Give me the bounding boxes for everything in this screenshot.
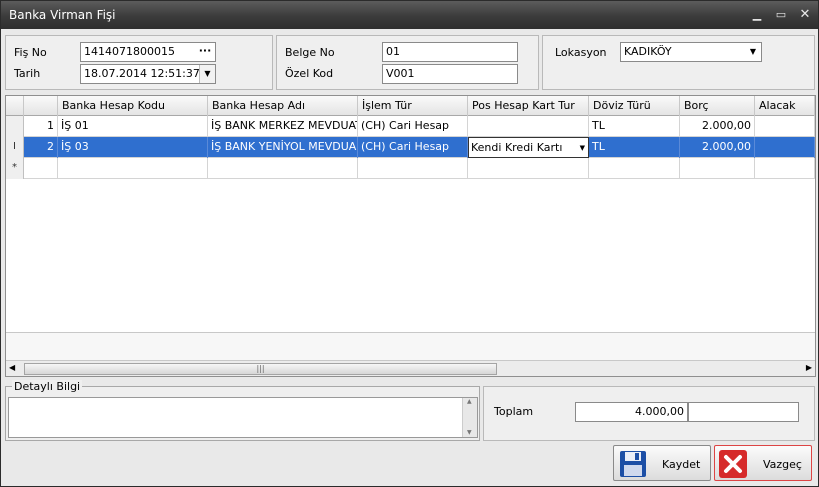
cell-ad[interactable]: İŞ BANK YENİYOL MEVDUA...	[208, 137, 358, 158]
row-number: 1	[24, 116, 58, 137]
cell-empty[interactable]	[208, 158, 358, 179]
cell-empty[interactable]	[680, 158, 755, 179]
table-row[interactable]: 1 İŞ 01 İŞ BANK MERKEZ MEVDUAT... (CH) C…	[6, 116, 815, 137]
cell-pos[interactable]	[468, 116, 589, 137]
cell-islem[interactable]: (CH) Cari Hesap	[358, 137, 468, 158]
cell-doviz[interactable]: TL	[589, 137, 680, 158]
chevron-down-icon[interactable]: ▼	[199, 65, 215, 83]
column-header[interactable]: Banka Hesap Kodu	[58, 96, 208, 116]
scroll-right-icon[interactable]: ▶	[806, 363, 812, 372]
cell-empty[interactable]	[468, 158, 589, 179]
cell-kod[interactable]: İŞ 01	[58, 116, 208, 137]
total-borc: 4.000,00	[575, 402, 688, 422]
save-label: Kaydet	[662, 458, 701, 471]
column-header[interactable]: İşlem Tür	[358, 96, 468, 116]
ellipsis-icon[interactable]: ···	[197, 43, 213, 61]
total-label: Toplam	[494, 405, 534, 418]
lokasyon-value: KADIKÖY	[624, 45, 672, 58]
new-row[interactable]: *	[6, 158, 815, 179]
cell-ad[interactable]: İŞ BANK MERKEZ MEVDUAT...	[208, 116, 358, 137]
edit-cursor-icon[interactable]: I	[6, 137, 24, 158]
data-grid[interactable]: Banka Hesap Kodu Banka Hesap Adı İşlem T…	[5, 95, 816, 377]
window-title: Banka Virman Fişi	[9, 8, 116, 22]
chevron-down-icon[interactable]: ▼	[745, 43, 761, 61]
row-number: 2	[24, 137, 58, 158]
detail-scrollbar[interactable]: ▲ ▼	[462, 398, 477, 437]
cell-empty[interactable]	[589, 158, 680, 179]
column-header[interactable]: Pos Hesap Kart Tur	[468, 96, 589, 116]
belge-no-field[interactable]: 01	[382, 42, 518, 62]
belge-group: Belge No 01 Özel Kod V001	[276, 35, 539, 90]
title-bar[interactable]: Banka Virman Fişi ▁ ▭ ✕	[1, 1, 818, 29]
cell-empty[interactable]	[358, 158, 468, 179]
save-button[interactable]: Kaydet	[613, 445, 711, 481]
cell-borc[interactable]: 2.000,00	[680, 137, 755, 158]
cell-alacak[interactable]	[755, 116, 815, 137]
fis-no-label: Fiş No	[14, 46, 47, 59]
fis-no-value: 1414071800015	[84, 45, 175, 58]
chevron-down-icon[interactable]: ▼	[580, 138, 585, 157]
ozel-kod-label: Özel Kod	[285, 67, 334, 80]
horizontal-scrollbar[interactable]: ◀ ||| ▶	[6, 360, 815, 376]
column-header[interactable]: Döviz Türü	[589, 96, 680, 116]
cell-borc[interactable]: 2.000,00	[680, 116, 755, 137]
header-indicator	[6, 96, 24, 116]
header-rownum	[24, 96, 58, 116]
close-icon[interactable]: ✕	[797, 7, 813, 23]
cell-kod[interactable]: İŞ 03	[58, 137, 208, 158]
tarih-field[interactable]: 18.07.2014 12:51:37 ▼	[80, 64, 216, 84]
fis-no-field[interactable]: 1414071800015 ···	[80, 42, 216, 62]
floppy-disk-icon	[620, 451, 646, 477]
grid-footer	[6, 332, 815, 360]
minimize-icon[interactable]: ▁	[749, 7, 765, 23]
new-row-icon: *	[6, 158, 24, 179]
belge-no-label: Belge No	[285, 46, 335, 59]
cancel-button[interactable]: Vazgeç	[714, 445, 812, 481]
scroll-thumb[interactable]: |||	[24, 363, 497, 375]
scroll-left-icon[interactable]: ◀	[9, 363, 15, 372]
scroll-up-icon[interactable]: ▲	[467, 398, 472, 405]
totals-group: Toplam 4.000,00	[483, 386, 815, 441]
window: Banka Virman Fişi ▁ ▭ ✕ Fiş No 141407180…	[0, 0, 819, 487]
tarih-value: 18.07.2014 12:51:37	[84, 67, 200, 80]
cell-alacak[interactable]	[755, 137, 815, 158]
cancel-x-icon	[719, 450, 747, 478]
row-indicator[interactable]	[6, 116, 24, 137]
lokasyon-group: Lokasyon KADIKÖY ▼	[542, 35, 815, 90]
column-header[interactable]: Alacak	[755, 96, 815, 116]
pos-cell-value: Kendi Kredi Kartı	[471, 141, 563, 154]
detail-textarea[interactable]	[8, 397, 478, 438]
column-header[interactable]: Banka Hesap Adı	[208, 96, 358, 116]
maximize-icon[interactable]: ▭	[773, 7, 789, 23]
scroll-down-icon[interactable]: ▼	[467, 429, 472, 436]
total-alacak	[688, 402, 799, 422]
lokasyon-label: Lokasyon	[555, 46, 607, 59]
column-header[interactable]: Borç	[680, 96, 755, 116]
tarih-label: Tarih	[14, 67, 41, 80]
pos-cell-editor[interactable]: Kendi Kredi Kartı ▼	[468, 137, 589, 158]
cell-doviz[interactable]: TL	[589, 116, 680, 137]
table-row-selected[interactable]: I 2 İŞ 03 İŞ BANK YENİYOL MEVDUA... (CH)…	[6, 137, 815, 158]
grid-header: Banka Hesap Kodu Banka Hesap Adı İşlem T…	[6, 96, 815, 116]
cancel-label: Vazgeç	[763, 458, 802, 471]
cell-empty[interactable]	[755, 158, 815, 179]
detail-group: Detaylı Bilgi ▲ ▼	[5, 380, 480, 441]
detail-label: Detaylı Bilgi	[12, 380, 83, 393]
lokasyon-select[interactable]: KADIKÖY ▼	[620, 42, 762, 62]
cell-empty[interactable]	[24, 158, 58, 179]
cell-islem[interactable]: (CH) Cari Hesap	[358, 116, 468, 137]
fis-group: Fiş No 1414071800015 ··· Tarih 18.07.201…	[5, 35, 273, 90]
cell-empty[interactable]	[58, 158, 208, 179]
ozel-kod-field[interactable]: V001	[382, 64, 518, 84]
